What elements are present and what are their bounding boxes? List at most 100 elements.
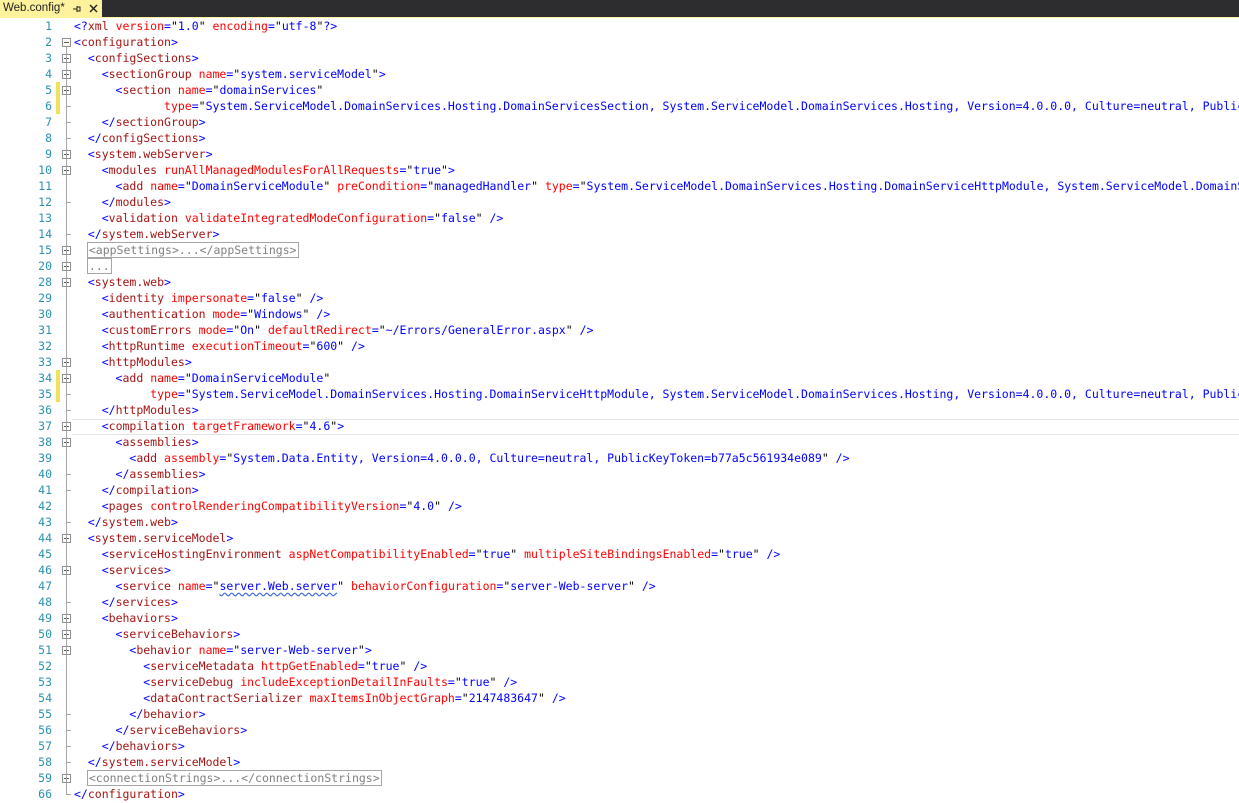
code-text: <service name="server.Web.server" behavi… [115, 579, 656, 593]
code-line[interactable]: 9 <system.webServer> [0, 146, 1239, 162]
line-number: 6 [45, 99, 52, 113]
code-text: <?xml version="1.0" encoding="utf-8"?> [74, 19, 338, 33]
line-number: 30 [38, 307, 52, 321]
code-line[interactable]: 48 </services> [0, 594, 1239, 610]
code-text: <add assembly="System.Data.Entity, Versi… [129, 451, 850, 465]
code-line[interactable]: 7 </sectionGroup> [0, 114, 1239, 130]
line-number: 47 [38, 579, 52, 593]
code-line[interactable]: 56 </serviceBehaviors> [0, 722, 1239, 738]
pin-icon[interactable] [72, 4, 82, 14]
xml-editor-window: Web.config* 1 <?xml version="1.0" encodin… [0, 0, 1239, 803]
line-number: 45 [38, 547, 52, 561]
code-text: <authentication mode="Windows" /> [101, 307, 331, 321]
line-number: 41 [38, 483, 52, 497]
code-line[interactable]: 36 </httpModules> [0, 402, 1239, 418]
code-line[interactable]: 59 <connectionStrings>...</connectionStr… [0, 770, 1239, 786]
code-line[interactable]: 40 </assemblies> [0, 466, 1239, 482]
line-number: 34 [38, 371, 52, 385]
code-line[interactable]: 32 <httpRuntime executionTimeout="600" /… [0, 338, 1239, 354]
line-number: 55 [38, 707, 52, 721]
code-line[interactable]: 47 <service name="server.Web.server" beh… [0, 578, 1239, 594]
code-line[interactable]: 5 <section name="domainServices" [0, 82, 1239, 98]
code-line[interactable]: 15 <appSettings>...</appSettings> [0, 242, 1239, 258]
line-number: 42 [38, 499, 52, 513]
code-line[interactable]: 42 <pages controlRenderingCompatibilityV… [0, 498, 1239, 514]
line-number: 43 [38, 515, 52, 529]
code-line[interactable]: 54 <dataContractSerializer maxItemsInObj… [0, 690, 1239, 706]
code-text: <httpRuntime executionTimeout="600" /> [101, 339, 365, 353]
code-text: <serviceHostingEnvironment aspNetCompati… [101, 547, 781, 561]
code-line[interactable]: 58 </system.serviceModel> [0, 754, 1239, 770]
collapsed-region[interactable]: <appSettings>...</appSettings> [86, 242, 299, 258]
line-number: 54 [38, 691, 52, 705]
code-text: <behaviors> [101, 611, 178, 625]
outline-guide [66, 47, 67, 794]
code-line[interactable]: 39 <add assembly="System.Data.Entity, Ve… [0, 450, 1239, 466]
code-text: <add name="DomainServiceModule" [115, 371, 331, 385]
code-text: <configSections> [87, 51, 199, 65]
code-text: </assemblies> [115, 467, 206, 481]
change-marker [56, 98, 60, 114]
code-line[interactable]: 1 <?xml version="1.0" encoding="utf-8"?> [0, 18, 1239, 34]
tab-web-config[interactable]: Web.config* [0, 0, 102, 17]
code-line[interactable]: 57 </behaviors> [0, 738, 1239, 754]
code-text: <connectionStrings>...</connectionString… [74, 770, 382, 786]
line-number: 51 [38, 643, 52, 657]
code-text: </compilation> [101, 483, 199, 497]
code-area[interactable]: 1 <?xml version="1.0" encoding="utf-8"?> 2… [0, 18, 1239, 803]
code-line[interactable]: 46 <services> [0, 562, 1239, 578]
line-number: 20 [38, 259, 52, 273]
code-line[interactable]: 45 <serviceHostingEnvironment aspNetComp… [0, 546, 1239, 562]
code-line[interactable]: 11 <add name="DomainServiceModule" preCo… [0, 178, 1239, 194]
collapsed-region[interactable]: <connectionStrings>...</connectionString… [86, 770, 382, 786]
code-line[interactable]: 43 </system.web> [0, 514, 1239, 530]
code-text: <system.webServer> [87, 147, 213, 161]
code-line[interactable]: 37 <compilation targetFramework="4.6"> [0, 418, 1239, 435]
code-text: </services> [101, 595, 178, 609]
code-line[interactable]: 38 <assemblies> [0, 434, 1239, 450]
code-line[interactable]: 66 </configuration> [0, 786, 1239, 802]
code-text: <appSettings>...</appSettings> [74, 242, 299, 258]
code-line[interactable]: 44 <system.serviceModel> [0, 530, 1239, 546]
code-line[interactable]: 49 <behaviors> [0, 610, 1239, 626]
code-line[interactable]: 34 <add name="DomainServiceModule" [0, 370, 1239, 386]
code-line[interactable]: 41 </compilation> [0, 482, 1239, 498]
code-line[interactable]: 28 <system.web> [0, 274, 1239, 290]
line-number: 11 [38, 179, 52, 193]
code-line[interactable]: 29 <identity impersonate="false" /> [0, 290, 1239, 306]
line-number: 3 [45, 51, 52, 65]
code-line[interactable]: 8 </configSections> [0, 130, 1239, 146]
code-line[interactable]: 12 </modules> [0, 194, 1239, 210]
code-line[interactable]: 53 <serviceDebug includeExceptionDetailI… [0, 674, 1239, 690]
code-line[interactable]: 33 <httpModules> [0, 354, 1239, 370]
code-line[interactable]: 4 <sectionGroup name="system.serviceMode… [0, 66, 1239, 82]
code-line[interactable]: 30 <authentication mode="Windows" /> [0, 306, 1239, 322]
line-number: 56 [38, 723, 52, 737]
line-number: 40 [38, 467, 52, 481]
line-number: 52 [38, 659, 52, 673]
code-text: <sectionGroup name="system.serviceModel"… [101, 67, 386, 81]
code-line[interactable]: 35 type="System.ServiceModel.DomainServi… [0, 386, 1239, 402]
code-line[interactable]: 50 <serviceBehaviors> [0, 626, 1239, 642]
line-number: 13 [38, 211, 52, 225]
code-line[interactable]: 20 ... [0, 258, 1239, 274]
code-text: <configuration> [74, 35, 178, 49]
code-text: <serviceDebug includeExceptionDetailInFa… [143, 675, 518, 689]
code-line[interactable]: 31 <customErrors mode="On" defaultRedire… [0, 322, 1239, 338]
code-line[interactable]: 2 <configuration> [0, 34, 1239, 50]
code-line[interactable]: 52 <serviceMetadata httpGetEnabled="true… [0, 658, 1239, 674]
collapse-icon[interactable] [62, 38, 71, 47]
code-text: <httpModules> [101, 355, 192, 369]
change-marker [56, 82, 60, 98]
code-line[interactable]: 14 </system.webServer> [0, 226, 1239, 242]
code-line[interactable]: 55 </behavior> [0, 706, 1239, 722]
code-line[interactable]: 10 <modules runAllManagedModulesForAllRe… [0, 162, 1239, 178]
line-number: 10 [38, 163, 52, 177]
code-line[interactable]: 6 type="System.ServiceModel.DomainServic… [0, 98, 1239, 114]
code-text: </serviceBehaviors> [115, 723, 248, 737]
code-line[interactable]: 13 <validation validateIntegratedModeCon… [0, 210, 1239, 226]
code-line[interactable]: 51 <behavior name="server-Web-server"> [0, 642, 1239, 658]
code-line[interactable]: 3 <configSections> [0, 50, 1239, 66]
close-icon[interactable] [89, 4, 98, 13]
collapsed-region[interactable]: ... [86, 258, 112, 274]
